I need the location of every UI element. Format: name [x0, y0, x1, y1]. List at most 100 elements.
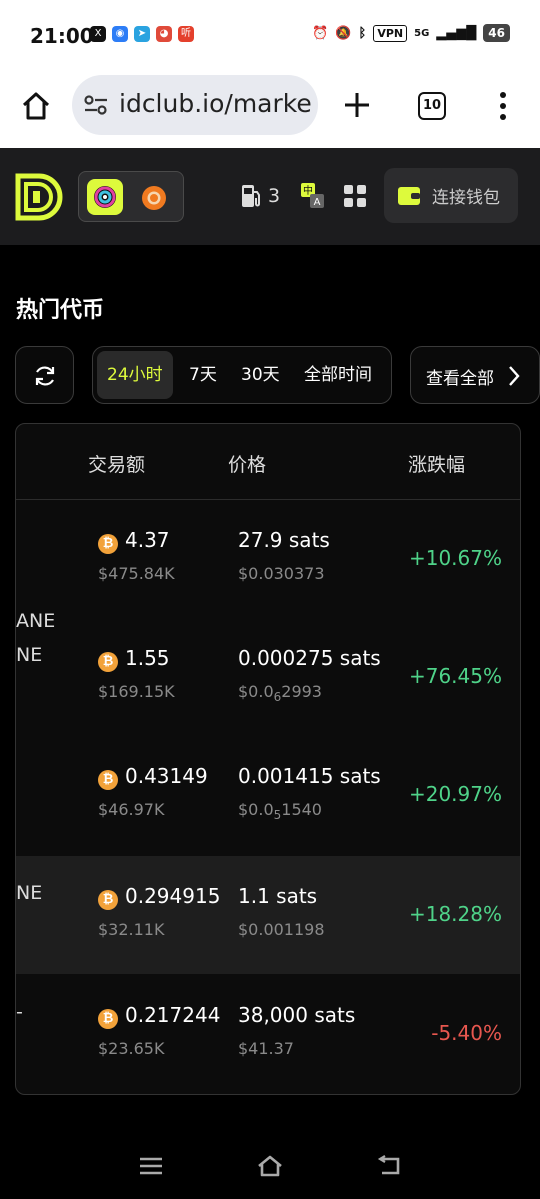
table-row[interactable]: - ₿ 0.217244 $23.65K 38,000 sats $41.37 … — [16, 975, 520, 1093]
back-icon[interactable] — [377, 1154, 403, 1178]
gas-count: 3 — [268, 185, 281, 207]
filter-30d[interactable]: 30天 — [241, 351, 280, 399]
volume-usd: $475.84K — [98, 564, 175, 583]
telegram-icon: ➤ — [134, 26, 150, 42]
vpn-badge: VPN — [373, 24, 408, 42]
notification-icons: X ◉ ➤ ◕ 听 — [90, 26, 194, 42]
volume-usd: $46.97K — [98, 800, 165, 819]
table-row[interactable]: NE ₿ 0.294915 $32.11K 1.1 sats $0.001198… — [16, 856, 520, 974]
more-menu-icon[interactable] — [498, 90, 508, 122]
wallet-app-icon[interactable] — [87, 179, 123, 215]
mute-icon: 🔕 — [335, 25, 352, 41]
home-icon[interactable] — [20, 90, 52, 122]
header-price[interactable]: 价格 — [228, 450, 266, 477]
apps-grid-icon[interactable] — [343, 184, 367, 208]
okx-wallet-icon[interactable] — [139, 183, 169, 213]
price-sats: 0.001415 sats — [238, 764, 381, 788]
filter-7d[interactable]: 7天 — [189, 351, 217, 399]
bitcoin-icon: ₿ — [98, 1009, 118, 1029]
alarm-icon: ⏰ — [312, 25, 329, 41]
svg-text:A: A — [314, 197, 321, 208]
filter-24h[interactable]: 24小时 — [97, 351, 173, 399]
volume-usd: $32.11K — [98, 920, 165, 939]
header-volume[interactable]: 交易额 — [88, 450, 145, 477]
header-change[interactable]: 涨跌幅 — [408, 450, 465, 477]
browser-toolbar: idclub.io/marke 10 — [0, 70, 540, 148]
volume-usd: $169.15K — [98, 682, 175, 701]
gas-indicator[interactable]: 3 — [240, 183, 280, 209]
price-usd-prefix: $0.0 — [238, 682, 274, 701]
network-label: 5G — [414, 27, 430, 39]
listen-app-icon: 听 — [178, 26, 194, 42]
connect-wallet-button[interactable]: 连接钱包 — [384, 168, 518, 223]
idclub-logo[interactable] — [15, 173, 65, 221]
tab-switcher-button[interactable]: 10 — [418, 92, 446, 120]
new-tab-icon[interactable] — [342, 90, 372, 120]
app-header: 3 中 A 连接钱包 — [0, 148, 540, 245]
volume-btc: 1.55 — [125, 646, 170, 670]
refresh-button[interactable] — [15, 346, 74, 404]
table-header: 交易额 价格 涨跌幅 — [16, 424, 520, 500]
price-usd: $0.030373 — [238, 564, 325, 583]
system-nav-bar — [0, 1140, 540, 1199]
status-bar: 21:00 X ◉ ➤ ◕ 听 ⏰ 🔕 ᛒ VPN 5G ▂▄▆█ 46 — [0, 0, 540, 70]
bitcoin-icon: ₿ — [98, 534, 118, 554]
price-sats: 27.9 sats — [238, 528, 330, 552]
view-all-label: 查看全部 — [426, 369, 494, 389]
price-usd-digits: 2993 — [281, 682, 322, 701]
bitcoin-icon: ₿ — [98, 652, 118, 672]
bluetooth-icon: ᛒ — [358, 25, 367, 41]
volume-btc: 0.217244 — [125, 1003, 221, 1027]
price-usd-digits: 1540 — [281, 800, 322, 819]
refresh-icon — [35, 366, 55, 386]
wallet-selector[interactable] — [78, 171, 184, 222]
token-name: - — [16, 1001, 23, 1023]
wallet-icon — [398, 186, 420, 205]
token-name: NE — [16, 644, 43, 666]
system-status: ⏰ 🔕 ᛒ VPN 5G ▂▄▆█ 46 — [312, 24, 510, 42]
volume-usd: $23.65K — [98, 1039, 165, 1058]
weibo-icon: ◕ — [156, 26, 172, 42]
trending-tokens-table: 交易额 价格 涨跌幅 ANE ₿ 4.37 $475.84K 27.9 sats… — [15, 423, 521, 1095]
battery-indicator: 46 — [483, 24, 510, 42]
connect-wallet-label: 连接钱包 — [432, 188, 500, 208]
chevron-right-icon — [509, 366, 520, 386]
price-change: +20.97% — [408, 782, 502, 806]
price-change: +76.45% — [408, 664, 502, 688]
price-usd: $0.001198 — [238, 920, 325, 939]
fuel-pump-icon — [242, 185, 260, 207]
volume-btc: 4.37 — [125, 528, 170, 552]
bitcoin-icon: ₿ — [98, 890, 118, 910]
url-text[interactable]: idclub.io/marke — [119, 89, 312, 118]
section-title: 热门代币 — [16, 298, 105, 323]
recent-apps-icon[interactable] — [138, 1154, 164, 1178]
time-filter: 24小时 7天 30天 全部时间 — [92, 346, 392, 404]
site-settings-icon[interactable] — [84, 95, 108, 115]
view-all-button[interactable]: 查看全部 — [410, 346, 540, 404]
rainbow-wallet-icon — [94, 186, 116, 208]
x-app-icon: X — [90, 26, 106, 42]
signal-icon: ▂▄▆█ — [436, 25, 477, 41]
nav-home-icon[interactable] — [257, 1154, 283, 1178]
filter-all-time[interactable]: 全部时间 — [304, 351, 372, 399]
price-change: -5.40% — [431, 1021, 502, 1045]
status-time: 21:00 — [30, 24, 94, 48]
bitcoin-icon: ₿ — [98, 770, 118, 790]
price-change: +18.28% — [408, 902, 502, 926]
table-row[interactable]: ₿ 0.43149 $46.97K 0.001415 sats $0.05154… — [16, 736, 520, 854]
price-usd: $41.37 — [238, 1039, 294, 1058]
table-row[interactable]: NE ₿ 1.55 $169.15K 0.000275 sats $0.0629… — [16, 618, 520, 736]
price-sats: 38,000 sats — [238, 1003, 356, 1027]
price-usd: $0.062993 — [238, 682, 322, 704]
language-icon[interactable]: 中 A — [300, 182, 326, 210]
address-bar[interactable]: idclub.io/marke — [72, 75, 318, 135]
table-row[interactable]: ANE ₿ 4.37 $475.84K 27.9 sats $0.030373 … — [16, 500, 520, 632]
token-name: NE — [16, 882, 43, 904]
price-change: +10.67% — [408, 546, 502, 570]
price-usd: $0.051540 — [238, 800, 322, 822]
volume-btc: 0.294915 — [125, 884, 221, 908]
broadcast-app-icon: ◉ — [112, 26, 128, 42]
price-sats: 1.1 sats — [238, 884, 318, 908]
price-sats: 0.000275 sats — [238, 646, 381, 670]
volume-btc: 0.43149 — [125, 764, 208, 788]
